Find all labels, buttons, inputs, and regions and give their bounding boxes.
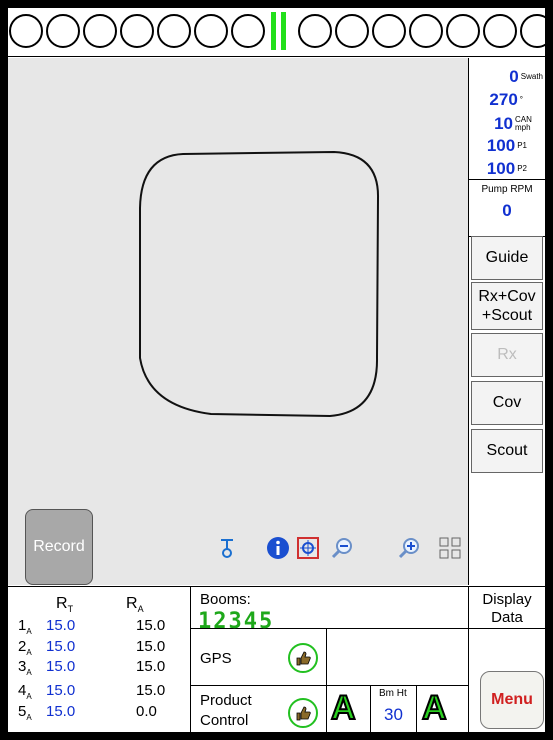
lightbar-led bbox=[446, 14, 480, 48]
lightbar-led bbox=[372, 14, 406, 48]
status-table: RT RA 1A 15.0 15.0 2A 15.0 15.0 3A 15.0 15.0 4… bbox=[8, 586, 545, 732]
rate-row: 3A 15.0 15.0 bbox=[18, 658, 166, 677]
pressure-1-readout: 100 P1 bbox=[486, 136, 527, 155]
field-boundary bbox=[139, 150, 380, 418]
rx-button[interactable]: Rx bbox=[471, 333, 543, 377]
screen: Record 0 Swath 270 ° 10 CAN mph 100 P1 100 P2… bbox=[8, 8, 545, 732]
swath-readout: 0 Swath bbox=[509, 67, 543, 86]
gps-label: GPS bbox=[200, 650, 232, 667]
cov-button[interactable]: Cov bbox=[471, 381, 543, 425]
boom-height-label: Bm Ht bbox=[379, 688, 407, 699]
pressure-2-readout: 100 P2 bbox=[486, 159, 527, 178]
lightbar-led bbox=[335, 14, 369, 48]
lightbar-led bbox=[9, 14, 43, 48]
boom-height-value: 30 bbox=[384, 705, 403, 724]
record-button[interactable]: Record bbox=[25, 509, 93, 585]
lightbar-led bbox=[83, 14, 117, 48]
lightbar-center-mark bbox=[271, 12, 276, 50]
product-control-auto-mode[interactable]: A bbox=[330, 688, 357, 728]
info-icon[interactable] bbox=[266, 536, 290, 560]
boom-sections-indicator[interactable]: 12345 bbox=[198, 609, 274, 634]
rate-row: 2A 15.0 15.0 bbox=[18, 638, 166, 657]
guide-button[interactable]: Guide bbox=[471, 236, 543, 280]
product-control-label: Product Control bbox=[200, 692, 252, 729]
lightbar-led bbox=[231, 14, 265, 48]
actual-rate-header: RA bbox=[126, 595, 144, 615]
lightbar-led bbox=[298, 14, 332, 48]
rate-row: 4A 15.0 15.0 bbox=[18, 682, 166, 701]
pump-rpm-label: Pump RPM bbox=[481, 184, 533, 195]
lightbar-led bbox=[157, 14, 191, 48]
lightbar-center-mark bbox=[281, 12, 286, 50]
heading-readout: 270 ° bbox=[489, 90, 523, 109]
scout-button[interactable]: Scout bbox=[471, 429, 543, 473]
guidance-lightbar bbox=[8, 8, 545, 57]
center-target-icon[interactable] bbox=[296, 536, 320, 560]
rx-cov-scout-button[interactable]: Rx+Cov +Scout bbox=[471, 282, 543, 330]
field-map[interactable]: Record bbox=[8, 58, 469, 585]
rate-row: 5A 15.0 0.0 bbox=[18, 703, 157, 722]
boom-height-auto-mode[interactable]: A bbox=[421, 688, 448, 728]
menu-button[interactable]: Menu bbox=[480, 671, 544, 729]
boom-pointer-icon[interactable] bbox=[215, 536, 239, 560]
lightbar-led bbox=[483, 14, 517, 48]
pump-rpm-panel: Pump RPM 0 bbox=[469, 179, 545, 237]
lightbar-led bbox=[520, 14, 545, 48]
product-control-thumbs-up-icon bbox=[288, 698, 318, 728]
display-data-button[interactable]: Display Data bbox=[472, 591, 542, 627]
zoom-in-icon[interactable] bbox=[397, 536, 421, 560]
fit-extent-icon[interactable] bbox=[438, 536, 462, 560]
zoom-out-icon[interactable] bbox=[330, 536, 354, 560]
rate-row: 1A 15.0 15.0 bbox=[18, 617, 166, 636]
target-rate-header: RT bbox=[56, 595, 74, 615]
booms-label: Booms: bbox=[200, 591, 251, 608]
pump-rpm-value: 0 bbox=[502, 201, 512, 220]
lightbar-led bbox=[409, 14, 443, 48]
lightbar-led bbox=[46, 14, 80, 48]
lightbar-led bbox=[120, 14, 154, 48]
speed-readout: 10 CAN mph bbox=[494, 114, 532, 133]
lightbar-led bbox=[194, 14, 228, 48]
gps-ok-thumbs-up-icon bbox=[288, 643, 318, 673]
